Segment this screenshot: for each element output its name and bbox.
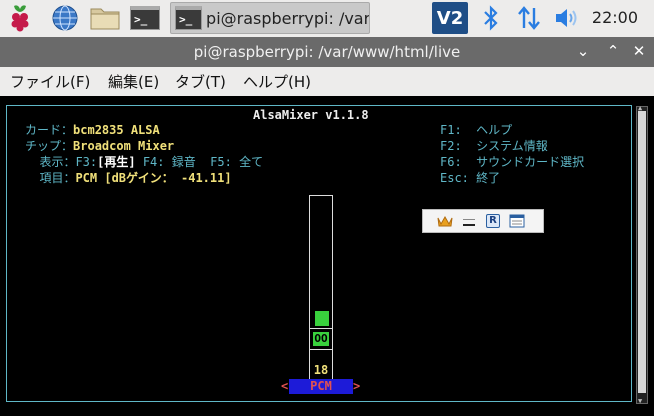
- terminal-area[interactable]: AlsaMixer v1.1.8 カード：bcm2835 ALSA チップ：Br…: [0, 96, 654, 416]
- terminal-icon: >_: [175, 6, 203, 30]
- taskbar: >_ >_ pi@raspberrypi: /var/... V2 22:00: [0, 0, 654, 36]
- terminal-icon: >_: [130, 6, 160, 30]
- file-manager-launcher[interactable]: [88, 2, 122, 34]
- menu-help[interactable]: ヘルプ(H): [243, 71, 311, 92]
- card-label: カード：: [25, 123, 74, 137]
- r-icon[interactable]: R: [485, 213, 501, 229]
- view-playback[interactable]: [再生]: [97, 155, 135, 169]
- key-action: サウンドカード選択: [476, 155, 585, 169]
- system-info-key: F2: システム情報: [440, 138, 548, 154]
- chevron-up-icon: ⌃: [606, 42, 620, 60]
- bluetooth-tray-icon[interactable]: [478, 2, 504, 34]
- browser-launcher[interactable]: [48, 2, 82, 34]
- chip-row: チップ：Broadcom Mixer: [25, 138, 174, 154]
- chevron-down-icon: ⌄: [576, 42, 590, 60]
- window-icon[interactable]: [509, 213, 525, 229]
- control-arrow-right: >: [353, 379, 361, 393]
- scrollbar-thumb[interactable]: [638, 111, 646, 393]
- scroll-down-arrow[interactable]: ▼: [638, 398, 646, 405]
- window-title: pi@raspberrypi: /var/www/html/live: [193, 43, 461, 61]
- crown-icon[interactable]: [437, 213, 453, 229]
- alsamixer-frame: AlsaMixer v1.1.8 カード：bcm2835 ALSA チップ：Br…: [6, 105, 632, 402]
- key-name: Esc:: [440, 171, 477, 185]
- card-value: bcm2835 ALSA: [73, 123, 160, 137]
- raspberry-menu-button[interactable]: [3, 2, 37, 34]
- quit-key: Esc: 終了: [440, 170, 500, 186]
- item-row: 項目：PCM [dBゲイン： -41.11]: [25, 170, 232, 186]
- raspberry-icon: [11, 5, 29, 32]
- volume-tray-icon[interactable]: [552, 2, 582, 34]
- item-label: 項目：: [25, 171, 76, 185]
- view-f3-key: F3:: [75, 155, 98, 169]
- terminal-launcher[interactable]: >_: [128, 2, 162, 34]
- chip-label: チップ：: [25, 139, 74, 153]
- volume-slider[interactable]: [309, 195, 333, 381]
- mute-indicator: OO: [313, 332, 329, 346]
- clock[interactable]: 22:00: [592, 8, 638, 27]
- volume-level-bar: [315, 311, 329, 326]
- key-action: ヘルプ: [476, 123, 513, 137]
- vnc-tray-icon[interactable]: V2: [432, 2, 468, 34]
- mixer-title: AlsaMixer v1.1.8: [249, 108, 373, 122]
- mute-toggle[interactable]: OO: [309, 328, 333, 350]
- view-row: 表示：F3:[再生] F4: 録音 F5: 全て: [25, 154, 263, 170]
- view-all[interactable]: F5: 全て: [210, 155, 263, 169]
- view-capture[interactable]: F4: 録音: [136, 155, 211, 169]
- vnc-icon: V2: [436, 7, 464, 29]
- window-titlebar[interactable]: pi@raspberrypi: /var/www/html/live ⌄ ⌃ ✕: [0, 37, 654, 67]
- select-card-key: F6: サウンドカード選択: [440, 154, 584, 170]
- floating-toolbar: R: [422, 209, 544, 233]
- close-icon: ✕: [632, 42, 646, 60]
- menu-tabs[interactable]: タブ(T): [175, 71, 226, 92]
- help-key: F1: ヘルプ: [440, 122, 512, 138]
- close-button[interactable]: ✕: [628, 40, 650, 62]
- volume-value: 18: [313, 363, 329, 377]
- network-arrows-icon: [518, 6, 540, 30]
- card-row: カード：bcm2835 ALSA: [25, 122, 160, 138]
- taskbar-window-terminal[interactable]: >_ pi@raspberrypi: /var/...: [170, 2, 370, 34]
- minimize-button[interactable]: ⌄: [572, 40, 594, 62]
- speaker-icon: [556, 9, 577, 27]
- key-name: F1:: [440, 123, 477, 137]
- maximize-button[interactable]: ⌃: [602, 40, 624, 62]
- menu-edit[interactable]: 編集(E): [108, 71, 159, 92]
- control-name[interactable]: PCM: [289, 379, 353, 394]
- folder-icon: [90, 8, 120, 30]
- key-name: F6:: [440, 155, 477, 169]
- view-label: 表示：: [25, 155, 76, 169]
- key-name: F2:: [440, 139, 477, 153]
- r-label: R: [486, 214, 500, 228]
- taskbar-window-title: pi@raspberrypi: /var/...: [206, 8, 369, 28]
- network-tray-icon[interactable]: [514, 2, 544, 34]
- item-value: PCM [dBゲイン： -41.11]: [75, 171, 232, 185]
- menu-bar: ファイル(F) 編集(E) タブ(T) ヘルプ(H): [0, 67, 654, 95]
- control-arrow-left: <: [281, 379, 289, 393]
- key-action: 終了: [476, 171, 501, 185]
- bluetooth-icon: [484, 5, 498, 31]
- chip-value: Broadcom Mixer: [73, 139, 175, 153]
- menu-file[interactable]: ファイル(F): [10, 71, 90, 92]
- terminal-scrollbar[interactable]: ▲ ▼: [636, 105, 648, 405]
- globe-icon: [52, 5, 78, 31]
- minimize-icon[interactable]: [461, 213, 477, 229]
- key-action: システム情報: [476, 139, 548, 153]
